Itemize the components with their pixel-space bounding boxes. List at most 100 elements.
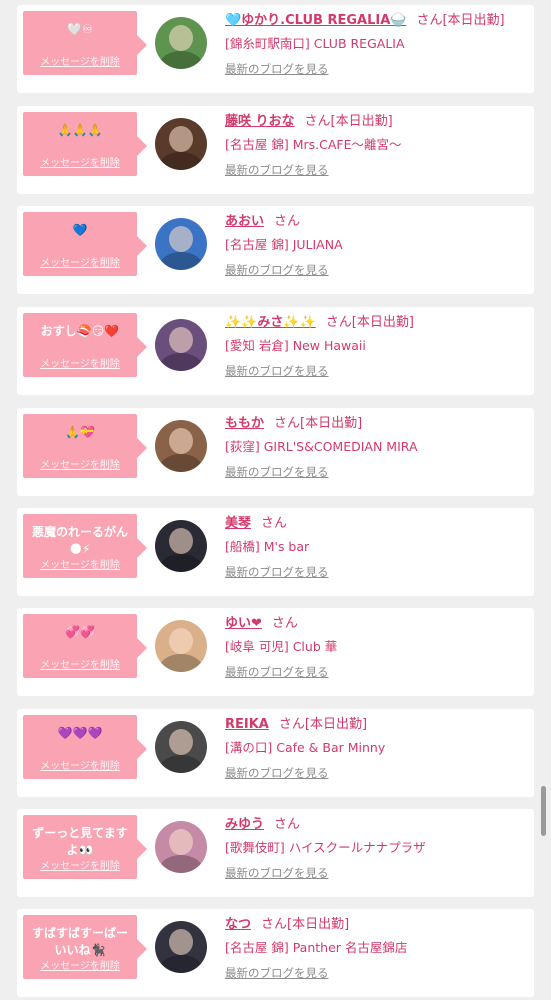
latest-blog-link[interactable]: 最新のブログを見る: [225, 766, 329, 781]
message-bubble: 🙏💝 メッセージを削除: [23, 414, 147, 478]
avatar[interactable]: [155, 319, 207, 371]
avatar[interactable]: [155, 721, 207, 773]
shop-info: [名古屋 錦] Mrs.CAFE〜離宮〜: [225, 137, 402, 152]
latest-blog-link[interactable]: 最新のブログを見る: [225, 163, 329, 178]
list-item: 🤍♾ メッセージを削除 🩵ゆかり.CLUB REGALIA🍚 さん[本日出勤] […: [17, 5, 534, 93]
avatar[interactable]: [155, 921, 207, 973]
latest-blog-link[interactable]: 最新のブログを見る: [225, 465, 329, 480]
scrollbar[interactable]: [541, 786, 546, 836]
cast-name-link[interactable]: REIKA: [225, 717, 269, 732]
latest-blog-link[interactable]: 最新のブログを見る: [225, 62, 329, 77]
message-bubble: 💙 メッセージを削除: [23, 212, 147, 276]
avatar[interactable]: [155, 218, 207, 270]
shop-info: [船橋] M's bar: [225, 539, 310, 554]
message-bubble: 💞💞 メッセージを削除: [23, 614, 147, 678]
delete-message-link[interactable]: メッセージを削除: [23, 254, 137, 269]
latest-blog-link[interactable]: 最新のブログを見る: [225, 263, 329, 278]
list-item: 💞💞 メッセージを削除 ゆい❤ さん [岐阜 可児] Club 華 最新のブログを…: [17, 608, 534, 696]
list-item: おすし🍣😏❤️ メッセージを削除 ✨✨みさ✨✨ さん[本日出勤] [愛知 岩倉] …: [17, 307, 534, 395]
honorific-status: さん[本日出勤]: [325, 315, 414, 330]
cast-name-link[interactable]: なつ: [225, 917, 251, 932]
cast-name-link[interactable]: ゆい❤: [225, 616, 262, 631]
shop-info: [名古屋 錦] JULIANA: [225, 237, 343, 252]
name-row: REIKA さん[本日出勤]: [225, 716, 367, 733]
delete-message-link[interactable]: メッセージを削除: [23, 53, 137, 68]
message-text: 🤍♾: [67, 22, 93, 36]
honorific-status: さん: [271, 616, 298, 631]
message-bubble: ずーっと見てます よ👀 メッセージを削除: [23, 815, 147, 879]
avatar[interactable]: [155, 420, 207, 472]
delete-message-link[interactable]: メッセージを削除: [23, 957, 137, 972]
delete-message-link[interactable]: メッセージを削除: [23, 556, 137, 571]
list-item: すばすばすーぱー いいね🐈‍⬛ メッセージを削除 なつ さん[本日出勤] [名古屋…: [17, 909, 534, 997]
avatar[interactable]: [155, 620, 207, 672]
shop-info: [溝の口] Cafe & Bar Minny: [225, 740, 386, 755]
list-item: 🙏💝 メッセージを削除 ももか さん[本日出勤] [荻窪] GIRL'S&COME…: [17, 408, 534, 496]
message-text: すばすばすーぱー いいね🐈‍⬛: [31, 926, 128, 957]
shop-info: [愛知 岩倉] New Hawaii: [225, 338, 366, 353]
name-row: なつ さん[本日出勤]: [225, 916, 349, 933]
avatar[interactable]: [155, 821, 207, 873]
message-text: 💜💜💜: [57, 726, 103, 740]
message-bubble: 悪魔のれーるがん 🌑⚡ メッセージを削除: [23, 514, 147, 578]
honorific-status: さん: [274, 817, 301, 832]
honorific-status: さん[本日出勤]: [261, 917, 350, 932]
name-row: 🩵ゆかり.CLUB REGALIA🍚 さん[本日出勤]: [225, 12, 505, 29]
honorific-status: さん[本日出勤]: [278, 717, 368, 732]
name-row: あおい さん: [225, 213, 300, 230]
honorific-status: さん: [274, 214, 301, 229]
avatar[interactable]: [155, 17, 207, 69]
name-row: ゆい❤ さん: [225, 615, 298, 632]
delete-message-link[interactable]: メッセージを削除: [23, 355, 137, 370]
avatar[interactable]: [155, 520, 207, 572]
message-text: 💙: [72, 223, 88, 237]
shop-info: [荻窪] GIRL'S&COMEDIAN MIRA: [225, 439, 418, 454]
cast-name-link[interactable]: あおい: [225, 214, 264, 229]
list-item: ずーっと見てます よ👀 メッセージを削除 みゆう さん [歌舞伎町] ハイスクール…: [17, 809, 534, 897]
honorific-status: さん: [261, 516, 288, 531]
message-text: 💞💞: [65, 625, 95, 639]
cast-name-link[interactable]: 🩵ゆかり.CLUB REGALIA🍚: [225, 13, 406, 28]
honorific-status: さん[本日出勤]: [304, 114, 393, 129]
latest-blog-link[interactable]: 最新のブログを見る: [225, 665, 329, 680]
cast-name-link[interactable]: ✨✨みさ✨✨: [225, 315, 316, 330]
delete-message-link[interactable]: メッセージを削除: [23, 857, 137, 872]
latest-blog-link[interactable]: 最新のブログを見る: [225, 364, 329, 379]
cast-name-link[interactable]: 藤咲 りおな: [225, 114, 295, 129]
honorific-status: さん[本日出勤]: [416, 13, 505, 28]
name-row: ✨✨みさ✨✨ さん[本日出勤]: [225, 314, 414, 331]
shop-info: [歌舞伎町] ハイスクールナナプラザ: [225, 840, 426, 855]
message-text: おすし🍣😏❤️: [40, 324, 120, 338]
shop-info: [岐阜 可児] Club 華: [225, 639, 338, 654]
avatar[interactable]: [155, 118, 207, 170]
list-item: 💙 メッセージを削除 あおい さん [名古屋 錦] JULIANA 最新のブログを…: [17, 206, 534, 294]
cast-name-link[interactable]: みゆう: [225, 817, 264, 832]
latest-blog-link[interactable]: 最新のブログを見る: [225, 966, 329, 981]
name-row: みゆう さん: [225, 816, 300, 833]
latest-blog-link[interactable]: 最新のブログを見る: [225, 866, 329, 881]
list-item: 💜💜💜 メッセージを削除 REIKA さん[本日出勤] [溝の口] Cafe & …: [17, 709, 534, 797]
message-bubble: すばすばすーぱー いいね🐈‍⬛ メッセージを削除: [23, 915, 147, 979]
list-item: 🙏🙏🙏 メッセージを削除 藤咲 りおな さん[本日出勤] [名古屋 錦] Mrs.…: [17, 106, 534, 194]
message-bubble: 🙏🙏🙏 メッセージを削除: [23, 112, 147, 176]
delete-message-link[interactable]: メッセージを削除: [23, 757, 137, 772]
message-text: 悪魔のれーるがん 🌑⚡: [31, 525, 128, 556]
cast-name-link[interactable]: 美琴: [225, 516, 251, 531]
name-row: ももか さん[本日出勤]: [225, 415, 362, 432]
shop-info: [錦糸町駅南口] CLUB REGALIA: [225, 36, 405, 51]
message-text: 🙏🙏🙏: [57, 123, 103, 137]
delete-message-link[interactable]: メッセージを削除: [23, 656, 137, 671]
message-bubble: おすし🍣😏❤️ メッセージを削除: [23, 313, 147, 377]
shop-info: [名古屋 錦] Panther 名古屋錦店: [225, 940, 408, 955]
latest-blog-link[interactable]: 最新のブログを見る: [225, 565, 329, 580]
message-text: 🙏💝: [65, 425, 95, 439]
name-row: 藤咲 りおな さん[本日出勤]: [225, 113, 393, 130]
message-bubble: 💜💜💜 メッセージを削除: [23, 715, 147, 779]
message-text: ずーっと見てます よ👀: [32, 826, 128, 857]
delete-message-link[interactable]: メッセージを削除: [23, 456, 137, 471]
list-item: 悪魔のれーるがん 🌑⚡ メッセージを削除 美琴 さん [船橋] M's bar 最…: [17, 508, 534, 596]
delete-message-link[interactable]: メッセージを削除: [23, 154, 137, 169]
honorific-status: さん[本日出勤]: [274, 416, 363, 431]
cast-name-link[interactable]: ももか: [225, 416, 264, 431]
message-bubble: 🤍♾ メッセージを削除: [23, 11, 147, 75]
